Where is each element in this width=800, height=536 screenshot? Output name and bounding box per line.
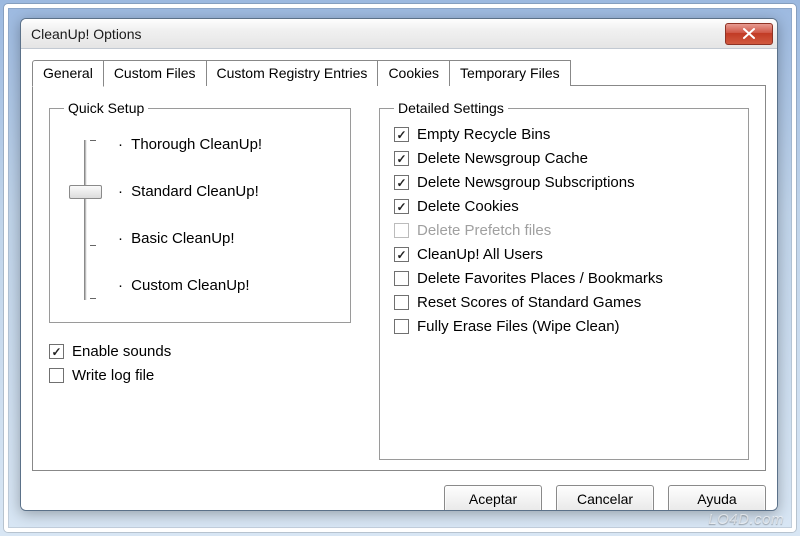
enable-sounds-checkbox[interactable] (49, 344, 64, 359)
right-column: Detailed Settings Empty Recycle Bins Del… (379, 100, 749, 460)
enable-sounds-label: Enable sounds (72, 343, 171, 360)
delete-newsgroup-subscriptions-label: Delete Newsgroup Subscriptions (417, 174, 635, 191)
delete-favorites-checkbox[interactable] (394, 271, 409, 286)
delete-newsgroup-cache-checkbox[interactable] (394, 151, 409, 166)
help-button[interactable]: Ayuda (668, 485, 766, 511)
detailed-settings-legend: Detailed Settings (394, 100, 508, 116)
cleanup-level-slider[interactable] (75, 132, 95, 312)
delete-newsgroup-subscriptions-row: Delete Newsgroup Subscriptions (394, 174, 734, 191)
misc-options: Enable sounds Write log file (49, 343, 351, 391)
tab-temporary-files[interactable]: Temporary Files (449, 60, 571, 86)
level-standard: Standard CleanUp! (118, 183, 262, 200)
left-column: Quick Setup (49, 100, 351, 460)
level-labels: Thorough CleanUp! Standard CleanUp! Basi… (118, 132, 262, 312)
tab-cookies[interactable]: Cookies (377, 60, 450, 86)
title-bar: CleanUp! Options (21, 19, 777, 49)
write-log-file-label: Write log file (72, 367, 154, 384)
empty-recycle-bins-checkbox[interactable] (394, 127, 409, 142)
ok-button[interactable]: Aceptar (444, 485, 542, 511)
window-title: CleanUp! Options (31, 26, 725, 42)
detailed-settings-group: Detailed Settings Empty Recycle Bins Del… (379, 100, 749, 460)
client-area: General Custom Files Custom Registry Ent… (21, 49, 777, 510)
delete-prefetch-files-label: Delete Prefetch files (417, 222, 551, 239)
dialog-buttons: Aceptar Cancelar Ayuda (32, 485, 766, 511)
delete-newsgroup-subscriptions-checkbox[interactable] (394, 175, 409, 190)
fully-erase-label: Fully Erase Files (Wipe Clean) (417, 318, 620, 335)
delete-prefetch-files-checkbox (394, 223, 409, 238)
write-log-file-row: Write log file (49, 367, 351, 384)
delete-cookies-row: Delete Cookies (394, 198, 734, 215)
delete-newsgroup-cache-label: Delete Newsgroup Cache (417, 150, 588, 167)
delete-favorites-label: Delete Favorites Places / Bookmarks (417, 270, 663, 287)
cleanup-all-users-label: CleanUp! All Users (417, 246, 543, 263)
slider-thumb[interactable] (69, 185, 102, 199)
quick-setup-group: Quick Setup (49, 100, 351, 323)
cleanup-all-users-checkbox[interactable] (394, 247, 409, 262)
empty-recycle-bins-row: Empty Recycle Bins (394, 126, 734, 143)
delete-cookies-label: Delete Cookies (417, 198, 519, 215)
tab-custom-registry-entries[interactable]: Custom Registry Entries (206, 60, 379, 86)
enable-sounds-row: Enable sounds (49, 343, 351, 360)
level-thorough: Thorough CleanUp! (118, 136, 262, 153)
fully-erase-checkbox[interactable] (394, 319, 409, 334)
fully-erase-row: Fully Erase Files (Wipe Clean) (394, 318, 734, 335)
close-button[interactable] (725, 23, 773, 45)
tab-general[interactable]: General (32, 60, 104, 87)
close-icon (743, 28, 755, 39)
slider-area (64, 132, 106, 312)
delete-prefetch-files-row: Delete Prefetch files (394, 222, 734, 239)
reset-scores-checkbox[interactable] (394, 295, 409, 310)
options-window: CleanUp! Options General Custom Files Cu… (20, 18, 778, 511)
reset-scores-label: Reset Scores of Standard Games (417, 294, 641, 311)
reset-scores-row: Reset Scores of Standard Games (394, 294, 734, 311)
write-log-file-checkbox[interactable] (49, 368, 64, 383)
cleanup-all-users-row: CleanUp! All Users (394, 246, 734, 263)
cancel-button[interactable]: Cancelar (556, 485, 654, 511)
tab-custom-files[interactable]: Custom Files (103, 60, 207, 86)
delete-cookies-checkbox[interactable] (394, 199, 409, 214)
tab-panel-general: Quick Setup (32, 85, 766, 471)
empty-recycle-bins-label: Empty Recycle Bins (417, 126, 550, 143)
delete-favorites-row: Delete Favorites Places / Bookmarks (394, 270, 734, 287)
watermark: LO4D.com (708, 511, 784, 528)
delete-newsgroup-cache-row: Delete Newsgroup Cache (394, 150, 734, 167)
level-basic: Basic CleanUp! (118, 230, 262, 247)
quick-setup-legend: Quick Setup (64, 100, 148, 116)
tab-strip: General Custom Files Custom Registry Ent… (32, 60, 766, 86)
level-custom: Custom CleanUp! (118, 277, 262, 294)
